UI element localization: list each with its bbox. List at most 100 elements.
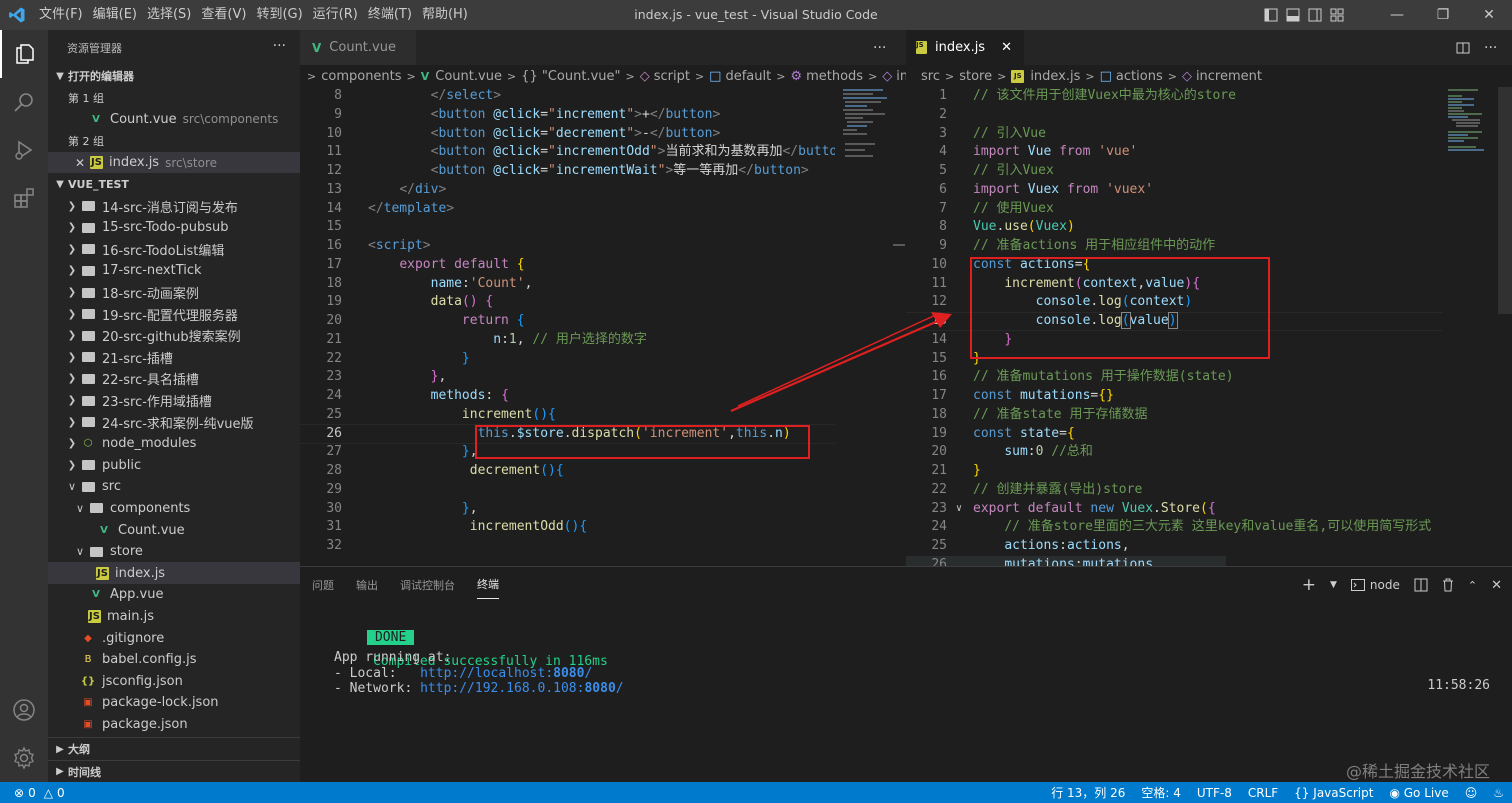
- close-editor-icon[interactable]: ✕: [72, 155, 88, 171]
- tree-item[interactable]: ❯ 22-src-具名插槽: [48, 368, 300, 390]
- trash-icon[interactable]: [1442, 578, 1454, 592]
- right-code-editor[interactable]: 1// 该文件用于创建Vuex中最为核心的store 2 3// 引入Vue 4 imp…: [906, 87, 1442, 566]
- chevron-down-icon[interactable]: ▼: [1330, 580, 1337, 590]
- split-editor-icon[interactable]: [1456, 41, 1470, 55]
- project-header[interactable]: ▼ VUE_TEST: [48, 173, 300, 195]
- feedback-icon[interactable]: ☺: [1465, 786, 1478, 800]
- line-ending[interactable]: CRLF: [1248, 786, 1278, 800]
- run-debug-icon[interactable]: [0, 126, 48, 174]
- tree-item[interactable]: ∨ components: [48, 498, 300, 520]
- tree-item[interactable]: JS index.js: [48, 562, 300, 585]
- close-tab-icon[interactable]: ✕: [1001, 40, 1012, 55]
- menu-file[interactable]: 文件(F): [34, 0, 88, 30]
- tab-output[interactable]: 输出: [356, 571, 378, 599]
- tree-item[interactable]: ❯ 19-src-配置代理服务器: [48, 303, 300, 325]
- terminal-output[interactable]: DONE Compiled successfully in 116ms 11:5…: [300, 602, 1512, 697]
- tree-item[interactable]: ❯ 24-src-求和案例-纯vue版: [48, 411, 300, 433]
- tree-item[interactable]: ❯ 14-src-消息订阅与发布: [48, 195, 300, 217]
- tree-item[interactable]: ❯ 16-src-TodoList编辑: [48, 239, 300, 261]
- breadcrumb-item[interactable]: methods: [806, 69, 863, 84]
- more-actions-icon[interactable]: ···: [873, 40, 886, 56]
- tree-item[interactable]: ❯ 21-src-插槽: [48, 347, 300, 369]
- explorer-icon[interactable]: [0, 30, 48, 78]
- tree-item[interactable]: ❯ 17-src-nextTick: [48, 260, 300, 282]
- right-scrollbar-thumb[interactable]: [1498, 87, 1512, 314]
- open-editor-count-vue[interactable]: V Count.vue src\components: [48, 109, 300, 131]
- language-mode[interactable]: {} JavaScript: [1294, 786, 1373, 800]
- menu-help[interactable]: 帮助(H): [417, 0, 473, 30]
- left-code-editor[interactable]: 8 </select> 9 <button @click="increment">…: [300, 87, 835, 566]
- tree-item[interactable]: ▣ package-lock.json: [48, 692, 300, 714]
- extensions-icon[interactable]: [0, 174, 48, 222]
- tree-item[interactable]: V App.vue: [48, 584, 300, 606]
- breadcrumb-item[interactable]: Count.vue: [435, 69, 502, 84]
- tree-item[interactable]: JS main.js: [48, 606, 300, 628]
- breadcrumb-item[interactable]: src: [921, 69, 940, 84]
- tree-item[interactable]: ❯ ⬡ node_modules: [48, 433, 300, 455]
- tree-item[interactable]: ❯ 20-src-github搜索案例: [48, 325, 300, 347]
- restore-icon[interactable]: ❐: [1420, 0, 1466, 30]
- cursor-position[interactable]: 行 13，列 26: [1051, 784, 1125, 801]
- tree-item[interactable]: Bbabel.config.js: [48, 649, 300, 671]
- indentation[interactable]: 空格: 4: [1141, 784, 1181, 801]
- breadcrumb-item[interactable]: {} "Count.vue": [521, 69, 620, 84]
- customize-layout-icon[interactable]: [1330, 8, 1344, 22]
- split-terminal-icon[interactable]: [1414, 578, 1428, 592]
- breadcrumb-item[interactable]: actions: [1116, 69, 1163, 84]
- local-url[interactable]: http://localhost:: [420, 666, 553, 681]
- left-minimap[interactable]: [835, 87, 899, 566]
- tree-item[interactable]: ∨ src: [48, 476, 300, 498]
- toggle-panel-icon[interactable]: [1286, 8, 1300, 22]
- tab-debug-console[interactable]: 调试控制台: [400, 571, 455, 599]
- toggle-sidebar-icon[interactable]: [1264, 8, 1278, 22]
- open-editor-index-js[interactable]: ✕ JS index.js src\store: [48, 151, 300, 174]
- open-editors-header[interactable]: ▼ 打开的编辑器: [48, 65, 300, 87]
- local-port[interactable]: 8080: [553, 666, 584, 681]
- tree-item[interactable]: ❯ public: [48, 455, 300, 477]
- close-panel-icon[interactable]: ✕: [1491, 578, 1502, 593]
- search-icon[interactable]: [0, 78, 48, 126]
- tab-index-js[interactable]: JS index.js ✕: [906, 30, 1024, 65]
- left-scrollbar-thumb[interactable]: [893, 244, 905, 246]
- terminal-shell-selector[interactable]: node: [1350, 578, 1400, 592]
- right-minimap[interactable]: [1442, 87, 1498, 566]
- go-live-button[interactable]: ◉ Go Live: [1389, 786, 1448, 800]
- tree-item[interactable]: ▣ package.json: [48, 714, 300, 736]
- network-port[interactable]: 8080: [584, 681, 615, 696]
- timeline-header[interactable]: ▶ 时间线: [48, 760, 300, 782]
- network-url-suffix[interactable]: /: [616, 681, 624, 696]
- breadcrumb-item[interactable]: script: [654, 69, 690, 84]
- menu-go[interactable]: 转到(G): [251, 0, 307, 30]
- local-url-suffix[interactable]: /: [584, 666, 592, 681]
- tree-item[interactable]: ❯ 15-src-Todo-pubsub: [48, 217, 300, 239]
- more-actions-icon[interactable]: ···: [273, 38, 286, 54]
- menu-terminal[interactable]: 终端(T): [363, 0, 417, 30]
- encoding[interactable]: UTF-8: [1197, 786, 1232, 800]
- menu-edit[interactable]: 编辑(E): [88, 0, 142, 30]
- tree-item[interactable]: {} jsconfig.json: [48, 670, 300, 692]
- breadcrumb-item[interactable]: index.js: [1030, 69, 1080, 84]
- breadcrumb-item[interactable]: components: [321, 69, 401, 84]
- status-problems[interactable]: ⊗ 0 △ 0: [0, 786, 65, 800]
- account-icon[interactable]: [0, 686, 48, 734]
- more-actions-icon[interactable]: ···: [1484, 40, 1497, 56]
- outline-header[interactable]: ▶ 大纲: [48, 738, 300, 760]
- bell-icon[interactable]: ♨: [1493, 786, 1504, 800]
- menu-run[interactable]: 运行(R): [308, 0, 363, 30]
- tab-terminal[interactable]: 终端: [477, 570, 499, 599]
- network-url[interactable]: http://192.168.0.108:: [420, 681, 584, 696]
- new-terminal-icon[interactable]: +: [1302, 575, 1316, 595]
- breadcrumb-item[interactable]: default: [725, 69, 771, 84]
- maximize-panel-icon[interactable]: ⌃: [1468, 579, 1477, 592]
- tree-item[interactable]: V Count.vue: [48, 519, 300, 541]
- minimize-icon[interactable]: —: [1374, 0, 1420, 30]
- toggle-secondary-sidebar-icon[interactable]: [1308, 8, 1322, 22]
- tab-problems[interactable]: 问题: [312, 571, 334, 599]
- breadcrumb-item[interactable]: increment: [1196, 69, 1262, 84]
- settings-gear-icon[interactable]: [0, 734, 48, 782]
- menu-view[interactable]: 查看(V): [196, 0, 251, 30]
- tree-item[interactable]: ❯ 18-src-动画案例: [48, 282, 300, 304]
- tree-item[interactable]: ◆ .gitignore: [48, 627, 300, 649]
- breadcrumb-item[interactable]: increment: [896, 69, 906, 84]
- tree-item[interactable]: ∨ store: [48, 541, 300, 563]
